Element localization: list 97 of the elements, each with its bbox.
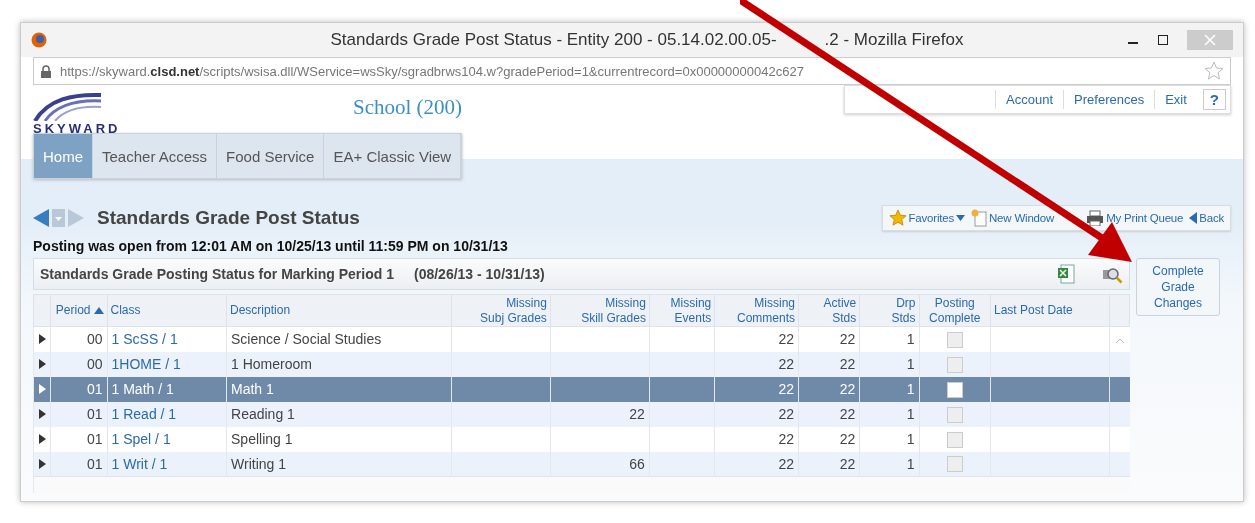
table-row[interactable]: 01 1 Spel / 1 Spelling 1 22 22 1 <box>33 426 1130 452</box>
table-cell: 1 Homeroom <box>231 356 312 372</box>
table-cell: 22 <box>629 406 645 422</box>
toolbar-link[interactable]: Favorites <box>888 209 965 227</box>
table-cell: 22 <box>839 381 856 397</box>
table-cell: 22 <box>839 331 856 348</box>
logo-text: SKYWARD <box>33 121 121 136</box>
new-window-icon <box>971 209 987 227</box>
table-cell: 22 <box>839 406 856 422</box>
checkbox[interactable] <box>946 406 963 423</box>
address-field[interactable]: https://skyward.clsd.net/scripts/wsisa.dll/WService=wsSky/sgradbrws104.w?gradePeriod=1&currentrecord=0x00000000042c627 <box>33 57 1231 85</box>
checkbox[interactable] <box>946 356 963 373</box>
lock-icon <box>40 64 52 78</box>
spreadsheet-icon[interactable] <box>1057 264 1075 284</box>
table-cell: 01 <box>86 381 103 397</box>
expand-icon[interactable] <box>38 458 46 469</box>
table-cell: 22 <box>778 381 794 397</box>
table-cell[interactable]: 1 Spel / 1 <box>111 431 171 447</box>
toolbar-link[interactable]: Back <box>1189 212 1224 224</box>
panel-title: Standards Grade Posting Status for Marking Period 1 <box>40 266 394 282</box>
table-cell: Spelling 1 <box>231 431 293 447</box>
table-cell: 22 <box>778 356 794 372</box>
nav-tab[interactable]: Teacher Access <box>93 134 218 178</box>
table-row[interactable]: 00 1HOME / 1 1 Homeroom 22 22 1 <box>33 351 1130 377</box>
table-cell: 00 <box>86 356 103 372</box>
column-header[interactable]: Missing Subj Grades <box>451 294 551 327</box>
table-row[interactable]: 01 1 Read / 1 Reading 1 22 22 22 1 <box>33 401 1130 427</box>
firefox-icon <box>31 32 47 48</box>
table-cell: 1 <box>906 381 915 397</box>
date-range: (08/26/13 - 10/31/13) <box>413 266 546 282</box>
expand-icon[interactable] <box>38 334 46 345</box>
maximize-icon[interactable] <box>1157 34 1169 46</box>
checkbox[interactable] <box>946 456 963 473</box>
table-cell: 01 <box>86 406 103 422</box>
column-header[interactable]: Active Stds <box>798 294 860 327</box>
caret-icon <box>956 215 965 221</box>
table-cell: 1 <box>906 356 915 372</box>
back-arrow-icon[interactable] <box>33 209 49 227</box>
back-arrow-icon <box>1189 212 1198 224</box>
toolbar-link[interactable]: New Window <box>971 209 1055 227</box>
star-icon <box>888 209 907 227</box>
bookmark-star-icon[interactable] <box>1204 61 1224 81</box>
header-link[interactable]: Preferences <box>1063 90 1155 109</box>
column-header[interactable]: Posting Complete <box>919 294 991 327</box>
table-row[interactable]: 01 1 Writ / 1 Writing 1 66 22 22 1 <box>33 451 1130 477</box>
column-header[interactable]: Description <box>226 294 452 327</box>
column-header[interactable]: Drp Stds <box>859 294 919 327</box>
posting-notice: Posting was open from 12:01 AM on 10/25/13 until 11:59 PM on 10/31/13 <box>33 238 509 254</box>
table-cell: 22 <box>839 455 856 472</box>
header-link[interactable]: Account <box>995 90 1064 109</box>
table-cell: 22 <box>839 431 856 447</box>
toolbar-link[interactable]: My Print Queue <box>1086 210 1184 226</box>
complete-grade-changes-button[interactable]: Complete Grade Changes <box>1136 258 1220 316</box>
checkbox[interactable] <box>946 431 963 448</box>
table-cell: Reading 1 <box>231 406 295 422</box>
table-cell: 22 <box>778 455 794 472</box>
table-cell: 01 <box>86 431 103 447</box>
checkbox[interactable] <box>946 331 963 348</box>
help-button[interactable]: ? <box>1202 89 1226 110</box>
table-cell: 1 <box>906 331 915 348</box>
expand-icon[interactable] <box>38 359 46 369</box>
table-cell: 1 <box>906 431 915 447</box>
page-title: Standards Grade Post Status <box>97 207 361 229</box>
table-cell: 66 <box>629 455 645 472</box>
header-link[interactable]: Exit <box>1154 90 1197 109</box>
school-name: School (200) <box>353 95 463 120</box>
column-header[interactable]: Last Post Date <box>990 294 1109 327</box>
expand-icon[interactable] <box>38 409 46 419</box>
table-cell: 22 <box>839 356 856 372</box>
window-title: Standards Grade Post Status - Entity 200 - 05.14.02.00.05- <box>330 30 777 50</box>
column-header[interactable]: Missing Skill Grades <box>550 294 650 327</box>
column-header[interactable]: Missing Comments <box>714 294 799 327</box>
expand-icon[interactable] <box>38 434 46 444</box>
scroll-up-icon[interactable] <box>1114 338 1125 345</box>
printer-icon <box>1086 210 1105 226</box>
nav-tab[interactable]: EA+ Classic View <box>324 134 462 178</box>
table-row[interactable]: 00 1 ScSS / 1 Science / Social Studies 22 22 1 <box>33 326 1130 352</box>
table-cell: Science / Social Studies <box>231 331 382 348</box>
table-cell: 22 <box>778 431 794 447</box>
checkbox[interactable] <box>946 381 963 398</box>
table-row[interactable]: 01 1 Math / 1 Math 1 22 22 1 <box>33 376 1130 402</box>
table-cell: Writing 1 <box>231 455 286 472</box>
table-cell: 22 <box>778 331 794 348</box>
column-header[interactable]: Missing Events <box>649 294 715 327</box>
sort-ascending-icon <box>93 307 104 314</box>
nav-tab[interactable]: Food Service <box>217 134 325 178</box>
table-cell: 22 <box>778 406 794 422</box>
table-cell: 00 <box>86 331 103 348</box>
table-cell: 1 <box>906 406 915 422</box>
window-title: .2 - Mozilla Firefox <box>824 30 964 50</box>
table-cell: Math 1 <box>231 381 274 397</box>
column-header[interactable]: Period <box>50 294 108 327</box>
table-cell[interactable]: 1 ScSS / 1 <box>111 331 178 348</box>
column-header[interactable]: Class <box>107 294 227 327</box>
table-cell: 1 <box>906 455 915 472</box>
table-cell: 01 <box>86 455 103 472</box>
logo-swoosh-icon <box>33 91 103 121</box>
